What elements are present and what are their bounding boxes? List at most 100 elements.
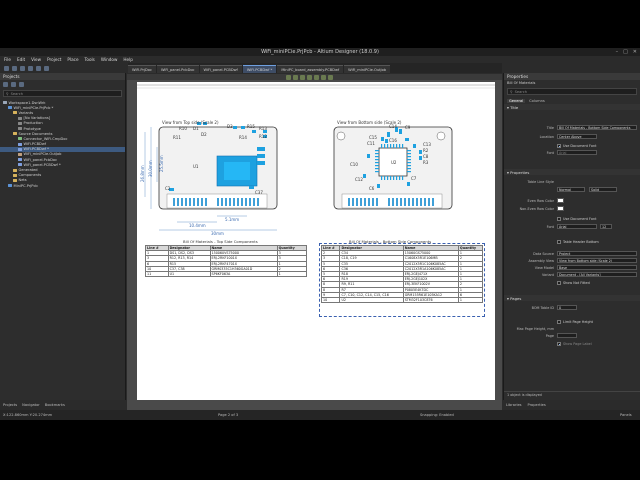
show-not-fitted-checkbox[interactable] — [557, 281, 561, 285]
drawing-sheet[interactable]: View from Top side (Scale 2) View from B… — [137, 82, 495, 400]
tab-outjob[interactable]: WiFi_miniPCie.OutJob — [344, 65, 391, 73]
workspace-icon[interactable] — [3, 82, 8, 87]
panels-button[interactable]: Panels — [620, 413, 632, 417]
data-source-select[interactable]: Project — [557, 251, 637, 256]
prop-font-select[interactable]: Arial — [557, 150, 597, 155]
prop-font2-size[interactable]: 12 — [600, 224, 612, 229]
tab-wifi-panel-pcbdwf[interactable]: WiFi_panel.PCBDwf — [199, 65, 242, 73]
section-properties[interactable]: ▾ Properties — [504, 169, 640, 175]
title-bar: WiFi_miniPCie.PrjPcb - Altium Designer (… — [0, 48, 640, 56]
gear-icon[interactable] — [11, 82, 16, 87]
bottom-tab-libraries[interactable]: Libraries — [506, 403, 522, 407]
ref-r3[interactable]: R3 — [423, 160, 428, 165]
refresh-icon[interactable] — [19, 82, 24, 87]
dimension-tool-icon[interactable] — [314, 75, 319, 80]
ref-c11[interactable]: C11 — [367, 141, 375, 146]
menu-file[interactable]: File — [4, 57, 11, 62]
line-style2-select[interactable]: Solid — [589, 187, 617, 192]
tab-wifi-pcbdwf[interactable]: WiFi.PCBDwf * — [242, 65, 277, 73]
dim-width-3: 30mm — [211, 231, 224, 236]
menu-edit[interactable]: Edit — [17, 57, 25, 62]
prop-title-input[interactable]: Bill Of Materials - Bottom Side Componen… — [557, 125, 637, 130]
drawing-canvas[interactable]: View from Top side (Scale 2) View from B… — [127, 74, 502, 410]
minimize-icon[interactable]: – — [616, 49, 619, 55]
ref-d2[interactable]: D2 — [201, 132, 207, 137]
bottom-tab-bookmarks[interactable]: Bookmarks — [45, 403, 65, 407]
bottom-tab-navigator[interactable]: Navigator — [22, 403, 40, 407]
properties-search[interactable]: ⚲ Search — [507, 88, 637, 95]
ref-c6[interactable]: C6 — [369, 186, 374, 191]
use-doc-font-checkbox[interactable] — [557, 144, 561, 148]
save-all-icon[interactable] — [28, 65, 33, 71]
ref-d3[interactable]: D3 — [227, 124, 233, 129]
menu-tools[interactable]: Tools — [85, 57, 95, 62]
ref-c37[interactable]: C37 — [255, 190, 263, 195]
show-page-label-checkbox[interactable] — [557, 342, 561, 346]
view-mode-select[interactable]: Base — [557, 265, 637, 270]
menu-help[interactable]: Help — [123, 57, 133, 62]
new-file-icon[interactable] — [4, 65, 9, 71]
prop-font2-select[interactable]: Arial — [557, 224, 597, 229]
menu-window[interactable]: Window — [101, 57, 118, 62]
ref-c2[interactable]: C2 — [165, 186, 170, 191]
ref-r12[interactable]: R12 — [259, 134, 267, 139]
close-icon[interactable]: ✕ — [633, 49, 637, 55]
ref-c14[interactable]: C14 — [389, 124, 397, 129]
assembly-view-select[interactable]: View from Bottom side (Scale 2) — [557, 258, 637, 263]
tree-item[interactable]: MiniPC.PrjPcb — [0, 183, 125, 188]
menu-view[interactable]: View — [31, 57, 41, 62]
ref-c16[interactable]: C16 — [389, 138, 397, 143]
open-folder-icon[interactable] — [12, 65, 17, 71]
variant-select[interactable]: Document - [All Variants] — [557, 272, 637, 277]
ref-d1[interactable]: D1 — [193, 126, 199, 131]
tab-wifi-prjdoc[interactable]: WiFi.PrjDoc — [128, 65, 156, 73]
section-title[interactable]: ▾ Title — [504, 104, 640, 110]
line-style-select[interactable]: Normal — [557, 187, 585, 192]
prop-location-select[interactable]: Center Above — [557, 134, 597, 139]
ref-c8[interactable]: C8 — [423, 154, 428, 159]
use-doc-font2-checkbox[interactable] — [557, 217, 561, 221]
ref-c9[interactable]: C9 — [405, 125, 410, 130]
ref-c12[interactable]: C12 — [355, 177, 363, 182]
ref-c13[interactable]: C13 — [423, 142, 431, 147]
ref-r10[interactable]: R10 — [179, 126, 187, 131]
line-tool-icon[interactable] — [300, 75, 305, 80]
text-tool-icon[interactable] — [307, 75, 312, 80]
view-tool-icon[interactable] — [328, 75, 333, 80]
save-icon[interactable] — [20, 65, 25, 71]
tab-minipc-assembly[interactable]: MiniPC_board_assembly.PCBDwf — [277, 65, 344, 73]
move-tool-icon[interactable] — [293, 75, 298, 80]
page-input[interactable] — [557, 333, 577, 338]
menu-place[interactable]: Place — [67, 57, 78, 62]
projects-search[interactable]: ⚲ Search — [3, 90, 122, 97]
undo-icon[interactable] — [36, 65, 41, 71]
maximize-icon[interactable]: □ — [623, 49, 628, 55]
ref-c7[interactable]: C7 — [411, 176, 416, 181]
ref-r15[interactable]: R15 — [247, 124, 255, 129]
ref-r11[interactable]: R11 — [173, 135, 181, 140]
bottom-tab-properties[interactable]: Properties — [528, 403, 546, 407]
ref-r14[interactable]: R14 — [239, 135, 247, 140]
ref-c15[interactable]: C15 — [369, 135, 377, 140]
non-even-row-color-swatch[interactable] — [557, 206, 564, 211]
bottom-tab-projects[interactable]: Projects — [3, 403, 17, 407]
limit-page-height-checkbox[interactable] — [557, 320, 561, 324]
even-row-color-swatch[interactable] — [557, 198, 564, 203]
tab-columns[interactable]: Columns — [527, 99, 547, 103]
tab-wifi-panel-pcbdoc[interactable]: WiFi_panel.PcbDoc — [156, 65, 199, 73]
ref-r2[interactable]: R2 — [423, 148, 428, 153]
tab-general[interactable]: General — [507, 98, 526, 103]
table-tool-icon[interactable] — [321, 75, 326, 80]
bottom-bom-table[interactable]: Line # Designator Name Quantity 2 C34 1506… — [320, 244, 484, 304]
ref-c10[interactable]: C10 — [350, 162, 358, 167]
menu-project[interactable]: Project — [47, 57, 61, 62]
ref-r13[interactable]: R13 — [259, 126, 267, 131]
section-pages[interactable]: ▾ Pages — [504, 295, 640, 301]
redo-icon[interactable] — [44, 65, 49, 71]
ref-u2[interactable]: U2 — [391, 160, 396, 165]
ref-u1[interactable]: U1 — [193, 164, 198, 169]
top-bom-table[interactable]: Line # Designator Name Quantity 1 DS1, DS… — [145, 244, 308, 278]
select-tool-icon[interactable] — [286, 75, 291, 80]
table-header-bottom-checkbox[interactable] — [557, 240, 561, 244]
bom-table-id-input[interactable]: 0 — [557, 305, 577, 310]
